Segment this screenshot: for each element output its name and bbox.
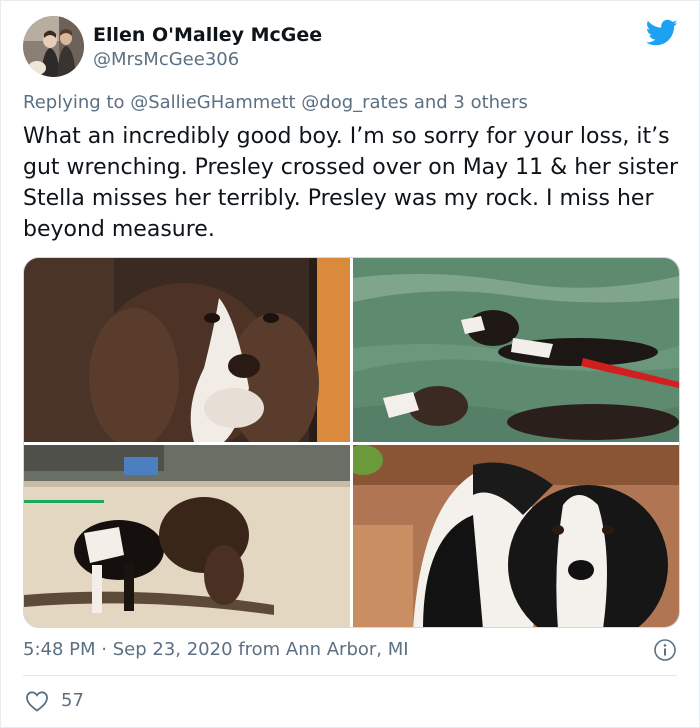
reply-context: Replying to @SallieGHammett @dog_rates a… [23,91,528,115]
divider [23,675,677,676]
photo-grid [23,257,680,628]
photo-dogs-swimming[interactable] [353,258,679,442]
mention-link-1[interactable]: @SallieGHammett [130,92,295,113]
photo-dogs-beach[interactable] [24,445,350,627]
avatar[interactable] [23,16,84,77]
tweet-time[interactable]: 5:48 PM [23,639,96,660]
author-name[interactable]: Ellen O'Malley McGee [93,23,322,47]
twitter-bird-icon[interactable] [645,19,678,47]
heart-icon[interactable] [25,690,49,712]
author-handle[interactable]: @MrsMcGee306 [93,48,322,72]
photo-dog-closeup[interactable] [24,258,350,442]
photo-dogs-closeup[interactable] [353,445,679,627]
meta-separator: · [101,639,107,660]
tweet-metadata: 5:48 PM · Sep 23, 2020 from Ann Arbor, M… [23,638,409,662]
like-count: 57 [61,690,84,711]
mention-others-link[interactable]: and 3 others [414,92,528,113]
author-block: Ellen O'Malley McGee @MrsMcGee306 [93,23,322,72]
tweet-text: What an incredibly good boy. I’m so sorr… [23,124,679,242]
mention-link-2[interactable]: @dog_rates [301,92,408,113]
info-icon[interactable] [653,638,677,662]
reply-prefix: Replying to [23,92,125,113]
tweet-card: Ellen O'Malley McGee @MrsMcGee306 Replyi… [0,0,700,728]
tweet-date[interactable]: Sep 23, 2020 [113,639,233,660]
tweet-location: from Ann Arbor, MI [238,639,409,660]
